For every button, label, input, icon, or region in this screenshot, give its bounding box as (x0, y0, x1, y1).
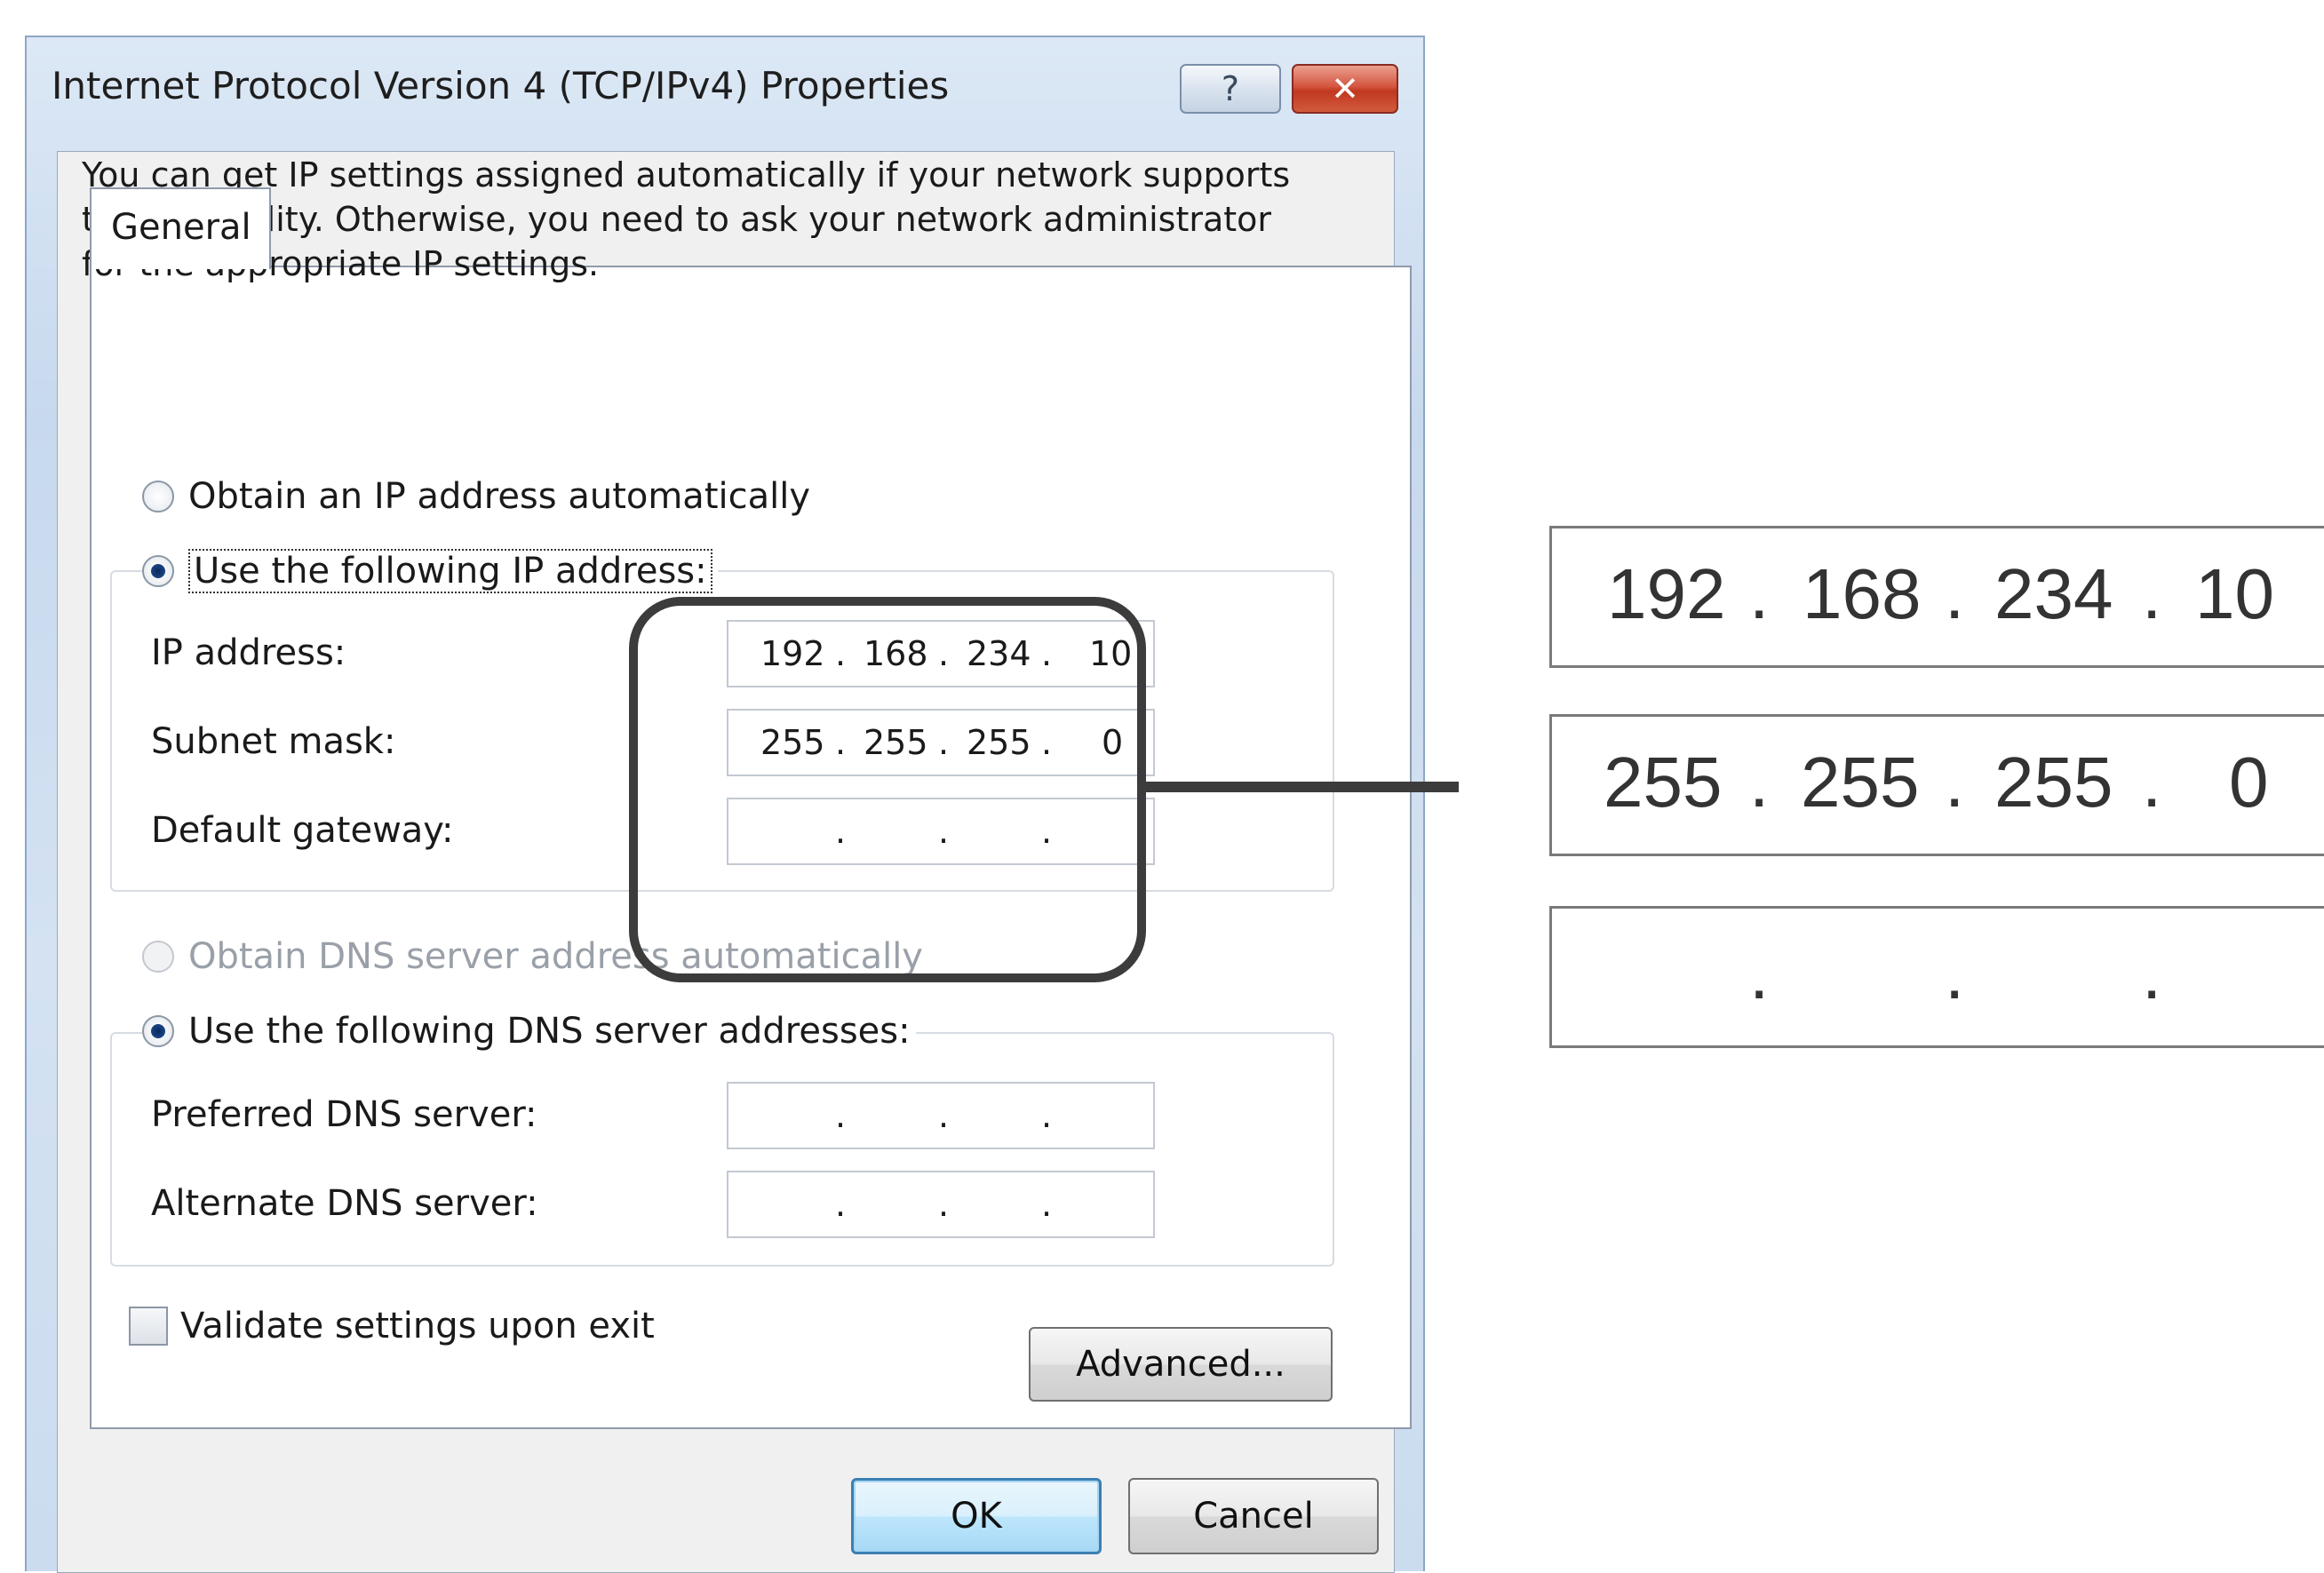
cancel-button[interactable]: Cancel (1128, 1478, 1379, 1554)
alternate-dns-dot: . (938, 1185, 950, 1224)
obtain-ip-auto-option[interactable]: Obtain an IP address automatically (142, 476, 810, 517)
highlight-ring (629, 597, 1146, 982)
zoom-subnet-dot: . (1749, 743, 1770, 822)
ok-button[interactable]: OK (851, 1478, 1102, 1554)
advanced-button[interactable]: Advanced... (1029, 1327, 1333, 1402)
use-following-dns-option[interactable]: Use the following DNS server addresses: (142, 1011, 916, 1052)
zoom-subnet-octet-2: 255 (1801, 743, 1920, 822)
obtain-ip-auto-radio[interactable] (142, 481, 174, 512)
preferred-dns-dot: . (835, 1096, 847, 1135)
obtain-ip-auto-label: Obtain an IP address automatically (188, 476, 811, 517)
tab-general[interactable]: General (90, 187, 271, 269)
zoom-subnet-octet-4: 0 (2229, 743, 2269, 822)
zoom-gateway-dot: . (1749, 934, 1770, 1013)
question-mark-icon: ? (1221, 69, 1240, 108)
tab-general-label: General (111, 207, 251, 248)
cancel-button-label: Cancel (1193, 1496, 1314, 1537)
alternate-dns-label: Alternate DNS server: (151, 1183, 538, 1224)
default-gateway-label: Default gateway: (151, 810, 454, 851)
ip-address-label: IP address: (151, 632, 346, 673)
zoom-ip-octet-2: 168 (1803, 554, 1922, 633)
alternate-dns-dot: . (1041, 1185, 1053, 1224)
use-following-dns-label: Use the following DNS server addresses: (188, 1011, 911, 1052)
zoom-ip-dot: . (1945, 554, 1965, 633)
alternate-dns-dot: . (835, 1185, 847, 1224)
advanced-button-label: Advanced... (1076, 1344, 1285, 1385)
zoom-ip-octet-3: 234 (1994, 554, 2113, 633)
obtain-dns-auto-radio[interactable] (142, 941, 174, 973)
zoom-ip-dot: . (2142, 554, 2162, 633)
use-following-ip-label: Use the following IP address: (188, 549, 712, 593)
ok-button-label: OK (951, 1496, 1002, 1537)
title-bar[interactable]: Internet Protocol Version 4 (TCP/IPv4) P… (27, 37, 1423, 144)
validate-settings-checkbox[interactable] (129, 1307, 168, 1346)
zoom-subnet-octet-1: 255 (1604, 743, 1723, 822)
zoom-ip-octet-1: 192 (1607, 554, 1726, 633)
validate-settings-label: Validate settings upon exit (180, 1306, 655, 1347)
window-title: Internet Protocol Version 4 (TCP/IPv4) P… (52, 64, 950, 107)
callout-connector-line (1146, 782, 1459, 792)
zoom-ip-octet-4: 10 (2195, 554, 2274, 633)
zoomed-default-gateway-field: . . . (1549, 906, 2324, 1048)
close-icon: ✕ (1331, 69, 1359, 108)
zoom-subnet-octet-3: 255 (1994, 743, 2113, 822)
preferred-dns-dot: . (1041, 1096, 1053, 1135)
zoom-subnet-dot: . (1945, 743, 1965, 822)
preferred-dns-dot: . (938, 1096, 950, 1135)
zoomed-subnet-mask-field: 255 . 255 . 255 . 0 (1549, 714, 2324, 856)
validate-settings-option[interactable]: Validate settings upon exit (129, 1306, 655, 1347)
close-button[interactable]: ✕ (1292, 64, 1398, 114)
help-button[interactable]: ? (1180, 64, 1281, 114)
preferred-dns-label: Preferred DNS server: (151, 1094, 537, 1135)
alternate-dns-field[interactable]: . . . (727, 1171, 1155, 1238)
zoom-gateway-dot: . (2142, 934, 2162, 1013)
zoom-gateway-dot: . (1945, 934, 1965, 1013)
use-following-dns-radio[interactable] (142, 1015, 174, 1047)
zoom-subnet-dot: . (2142, 743, 2162, 822)
zoom-ip-dot: . (1749, 554, 1770, 633)
zoomed-ip-address-field: 192 . 168 . 234 . 10 (1549, 526, 2324, 668)
subnet-mask-label: Subnet mask: (151, 721, 396, 762)
use-following-ip-radio[interactable] (142, 555, 174, 587)
use-following-ip-option[interactable]: Use the following IP address: (142, 549, 718, 593)
preferred-dns-field[interactable]: . . . (727, 1082, 1155, 1149)
